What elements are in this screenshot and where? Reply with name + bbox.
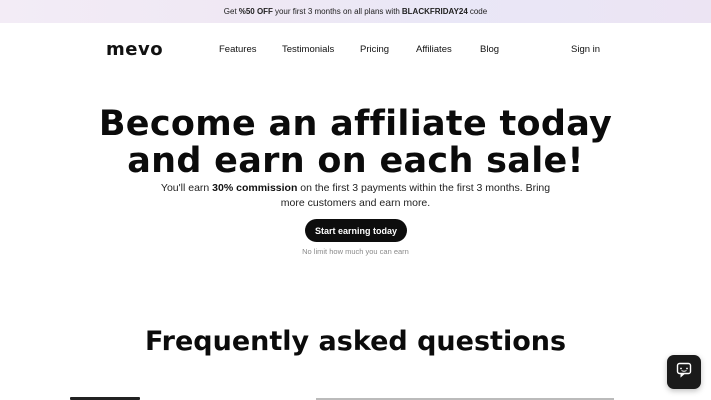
top-navigation: mevo Features Testimonials Pricing Affil…	[0, 23, 711, 78]
chat-launcher-button[interactable]	[667, 355, 701, 389]
promo-code: BLACKFRIDAY24	[401, 7, 468, 16]
promo-discount: %50 OFF	[238, 7, 273, 16]
hero-subtitle: You'll earn 30% commission on the first …	[155, 181, 556, 211]
sign-in-link[interactable]: Sign in	[571, 44, 600, 55]
hero-commission: 30% commission	[212, 182, 298, 194]
nav-link-pricing[interactable]: Pricing	[360, 44, 389, 55]
faq-answer-peek	[316, 396, 616, 400]
hero-title: Become an affiliate today and earn on ea…	[0, 106, 711, 180]
hero-subtitle-start: You'll earn	[160, 182, 210, 194]
nav-link-blog[interactable]: Blog	[480, 44, 499, 55]
faq-question-peek[interactable]	[70, 395, 150, 400]
chat-bubble-icon	[676, 362, 692, 383]
nav-link-features[interactable]: Features	[219, 44, 257, 55]
faq-title: Frequently asked questions	[144, 326, 567, 357]
start-earning-button[interactable]: Start earning today	[305, 219, 407, 242]
logo[interactable]: mevo	[106, 39, 163, 60]
cta-note: No limit how much you can earn	[302, 247, 409, 256]
promo-text-middle: your first 3 months on all plans with	[274, 7, 400, 16]
promo-banner: Get %50 OFF your first 3 months on all p…	[0, 0, 711, 23]
hero-subtitle-end: on the first 3 payments within the first…	[280, 182, 551, 209]
promo-text-end: code	[469, 7, 488, 16]
nav-link-testimonials[interactable]: Testimonials	[282, 44, 334, 55]
hero-title-line-2: and earn on each sale!	[127, 141, 584, 181]
promo-text-start: Get	[223, 7, 237, 16]
nav-link-affiliates[interactable]: Affiliates	[416, 44, 452, 55]
hero-title-line-1: Become an affiliate today	[98, 104, 613, 144]
